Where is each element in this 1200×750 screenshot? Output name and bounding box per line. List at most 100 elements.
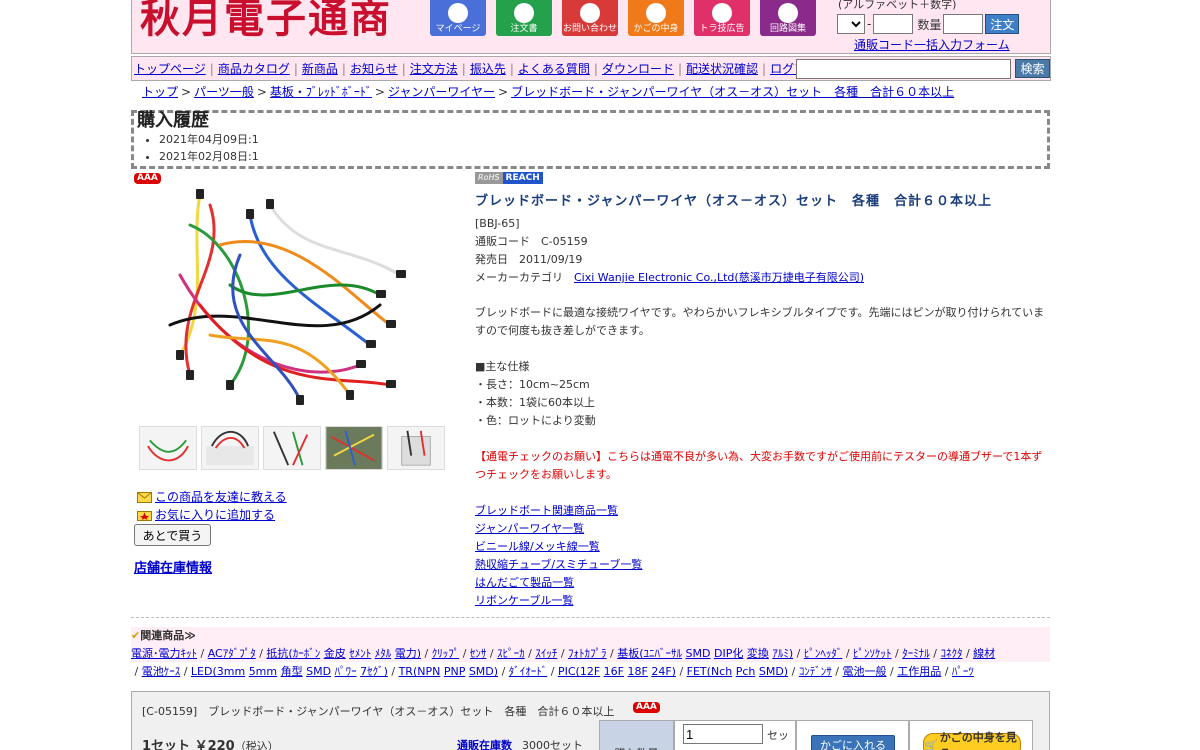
thumbnail[interactable] — [387, 426, 445, 470]
related-category-link[interactable]: 16F — [604, 665, 624, 678]
quick-order-button[interactable]: 注文 — [985, 14, 1020, 34]
related-category-link[interactable]: 工作用品 — [897, 665, 941, 678]
site-logo[interactable]: 秋月電子通商 — [140, 0, 392, 44]
related-list-link[interactable]: ビニール線/メッキ線一覧 — [475, 540, 600, 553]
nav-items: トップページ | 商品カタログ | 新商品 | お知らせ | 注文方法 | 振込先 | よく… — [132, 60, 830, 77]
nav-how-to-order[interactable]: 注文方法 — [410, 60, 458, 77]
related-category-link[interactable]: SMD — [306, 665, 331, 678]
related-list-link[interactable]: はんだごて製品一覧 — [475, 576, 574, 589]
nav-download[interactable]: ダウンロード — [602, 60, 674, 77]
nav-new[interactable]: 新商品 — [302, 60, 338, 77]
breadcrumb-top[interactable]: トップ — [142, 85, 178, 99]
mypage-button[interactable]: マイページ — [430, 0, 486, 36]
related-category-link[interactable]: ｸﾘｯﾌﾟ — [432, 647, 460, 660]
product-image[interactable] — [150, 185, 440, 415]
related-category-link[interactable]: DIP化 — [714, 647, 743, 660]
related-category-link[interactable]: 電源･電力ｷｯﾄ — [131, 647, 197, 660]
thumbnail[interactable] — [139, 426, 197, 470]
maker-label: メーカーカテゴリ — [475, 271, 574, 284]
related-category-link[interactable]: ﾒﾀﾙ — [375, 647, 392, 660]
related-category-link[interactable]: SMD — [686, 647, 711, 660]
related-list-link[interactable]: ブレッドボート関連商品一覧 — [475, 504, 618, 517]
nav-bank-info[interactable]: 振込先 — [470, 60, 506, 77]
nav-catalog[interactable]: 商品カタログ — [218, 60, 290, 77]
mail-icon — [580, 3, 600, 23]
magazine-ad-button[interactable]: トラ技広告 — [694, 0, 750, 36]
thumbnail[interactable] — [201, 426, 259, 470]
quick-qty-input[interactable] — [943, 14, 984, 34]
related-category-link[interactable]: 7ｾｸﾞ) — [360, 665, 388, 678]
related-category-link[interactable]: 変換 — [747, 647, 769, 660]
add-to-cart-button[interactable]: かごに入れる — [811, 735, 895, 750]
envelope-icon — [137, 491, 152, 503]
related-category-link[interactable]: 抵抗(ｶｰﾎﾞﾝ — [266, 647, 320, 660]
related-category-link[interactable]: ｽﾋﾟｰｶ — [497, 647, 525, 660]
related-separator: / — [498, 665, 509, 678]
stock-link[interactable]: 通販在庫数 — [457, 739, 512, 750]
related-category-link[interactable]: 電池一般 — [843, 665, 887, 678]
related-list-link[interactable]: ジャンパーワイヤ一覧 — [475, 522, 584, 535]
related-category-link[interactable]: Pch — [736, 665, 756, 678]
related-category-link[interactable]: ｱﾙﾐ) — [772, 647, 793, 660]
related-category-link[interactable]: 金皮 — [324, 647, 346, 660]
breadcrumb-parts[interactable]: パーツ一般 — [194, 85, 254, 99]
store-stock-link[interactable]: 店舗在庫情報 — [134, 557, 212, 576]
related-category-link[interactable]: FET(Nch — [687, 665, 733, 678]
related-category-link[interactable]: ﾌｫﾄｶﾌﾟﾗ — [568, 647, 607, 660]
related-category-link[interactable]: ﾋﾟﾝﾍｯﾀﾞ — [804, 647, 843, 660]
related-category-link[interactable]: ﾋﾟﾝｿｹｯﾄ — [853, 647, 892, 660]
maker-link[interactable]: Cixi Wanjie Electronic Co.,Ltd(慈溪市万捷电子有限… — [574, 271, 864, 284]
related-category-link[interactable]: ｾﾒﾝﾄ — [349, 647, 371, 660]
related-category-link[interactable]: ｺﾝﾃﾞﾝｻ — [799, 665, 832, 678]
related-category-link[interactable]: 24F) — [651, 665, 676, 678]
related-category-link[interactable]: ﾊﾟﾜｰ — [335, 665, 357, 678]
related-category-link[interactable]: 電池ｹｰｽ — [142, 665, 181, 678]
related-category-link[interactable]: LED(3mm — [191, 665, 245, 678]
related-category-link[interactable]: 線材 — [973, 647, 995, 660]
related-list-link[interactable]: 熱収縮チューブ/スミチューブ一覧 — [475, 558, 642, 571]
view-cart-button[interactable]: 🛒かごの中身を見る — [923, 731, 1021, 750]
thumbnail[interactable] — [263, 426, 321, 470]
related-category-link[interactable]: ﾀｰﾐﾅﾙ — [902, 647, 930, 660]
qty-input[interactable] — [683, 724, 763, 744]
related-category-link[interactable]: ｾﾝｻ — [470, 647, 487, 660]
related-category-link[interactable]: PIC(12F — [558, 665, 600, 678]
related-category-link[interactable]: 基板(ﾕﾆﾊﾞｰｻﾙ — [617, 647, 682, 660]
buy-later-button[interactable]: あとで買う — [134, 524, 211, 546]
related-category-link[interactable]: PNP — [444, 665, 466, 678]
related-category-link[interactable]: ﾊﾟｰﾂ — [952, 665, 974, 678]
contact-button[interactable]: お問い合わせ — [562, 0, 618, 36]
breadcrumb-jumper[interactable]: ジャンパーワイヤー — [388, 85, 495, 99]
breadcrumb-product[interactable]: ブレッドボード・ジャンパーワイヤ（オス－オス）セット 各種 合計６０本以上 — [511, 85, 954, 99]
nav-news[interactable]: お知らせ — [350, 60, 398, 77]
thumbnail[interactable] — [325, 426, 383, 470]
circuit-collection-button[interactable]: 回路図集 — [760, 0, 816, 36]
related-category-link[interactable]: TR(NPN — [399, 665, 441, 678]
search-input[interactable] — [796, 59, 1011, 79]
breadcrumb-boards[interactable]: 基板・ﾌﾞﾚｯﾄﾞﾎﾞｰﾄﾞ — [270, 85, 372, 99]
search-button[interactable]: 検索 — [1015, 59, 1050, 78]
related-category-link[interactable]: 角型 — [281, 665, 303, 678]
related-category-link[interactable]: ACｱﾀﾞﾌﾟﾀ — [208, 647, 256, 660]
nav-faq[interactable]: よくある質問 — [518, 60, 590, 77]
cart-contents-button[interactable]: かごの中身 — [628, 0, 684, 36]
add-favorite-link[interactable]: お気に入りに追加する — [155, 506, 275, 524]
code-prefix-select[interactable] — [837, 14, 865, 34]
related-category-link[interactable]: ｽｲｯﾁ — [535, 647, 557, 660]
related-line: ✔関連商品≫電源･電力ｷｯﾄ / ACｱﾀﾞﾌﾟﾀ / 抵抗(ｶｰﾎﾞﾝ 金皮 … — [131, 627, 1050, 663]
nav-shipping-status[interactable]: 配送状況確認 — [686, 60, 758, 77]
related-category-link[interactable]: 電力) — [395, 647, 421, 660]
related-list-link[interactable]: リボンケーブル一覧 — [475, 594, 573, 607]
related-category-link[interactable]: 5mm — [249, 665, 277, 678]
related-category-link[interactable]: SMD) — [759, 665, 788, 678]
tell-friend-link[interactable]: この商品を友達に教える — [155, 488, 287, 506]
related-category-link[interactable]: ﾀﾞｲｵｰﾄﾞ — [509, 665, 548, 678]
code-number-input[interactable] — [873, 14, 914, 34]
related-category-link[interactable]: ｺﾈｸﾀ — [940, 647, 962, 660]
nav-top[interactable]: トップページ — [134, 60, 206, 77]
related-category-link[interactable]: 18F — [628, 665, 648, 678]
bulk-code-form-link[interactable]: 通販コード一括入力フォーム — [854, 36, 1010, 53]
related-category-link[interactable]: SMD) — [469, 665, 498, 678]
order-form-button[interactable]: 注文書 — [496, 0, 552, 36]
thumbnail-strip — [139, 426, 445, 470]
